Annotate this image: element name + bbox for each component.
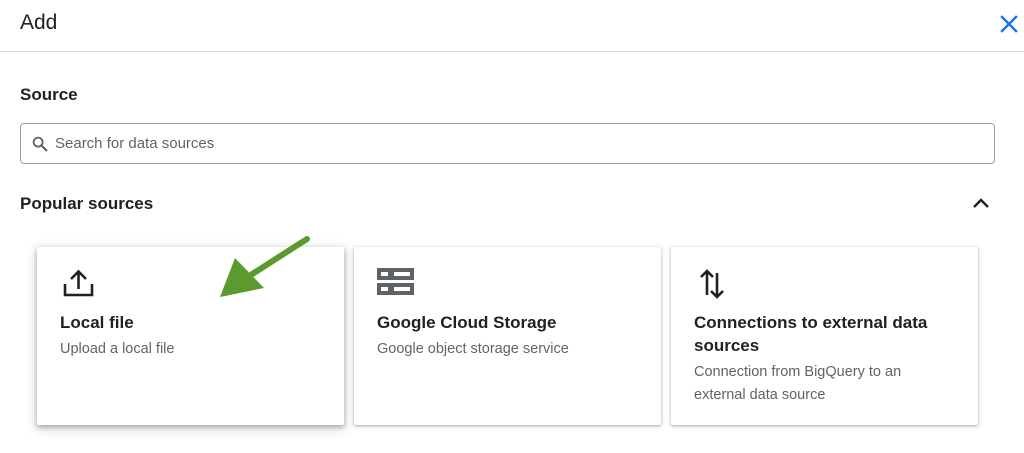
card-description: Upload a local file xyxy=(60,341,175,357)
search-input[interactable] xyxy=(55,125,975,162)
card-description: Google object storage service xyxy=(377,341,569,357)
collapse-popular-sources-button[interactable] xyxy=(968,190,994,216)
close-button[interactable] xyxy=(994,9,1024,39)
card-title: Local file xyxy=(60,313,134,332)
source-card-google-cloud-storage[interactable]: Google Cloud Storage Google object stora… xyxy=(354,247,661,425)
close-icon xyxy=(1000,15,1018,33)
upload-icon xyxy=(63,269,94,297)
card-title: Google Cloud Storage xyxy=(377,313,557,332)
search-icon xyxy=(32,136,48,152)
popular-sources-label: Popular sources xyxy=(20,194,154,213)
card-description: Connection from BigQuery to an external … xyxy=(694,364,902,403)
dialog-title: Add xyxy=(20,11,58,34)
storage-icon xyxy=(377,268,414,295)
chevron-up-icon xyxy=(973,198,989,208)
card-title: Connections to external data sources xyxy=(694,313,928,355)
source-card-external-connections[interactable]: Connections to external data sources Con… xyxy=(671,247,978,425)
dialog-header: Add xyxy=(0,0,1024,52)
search-box[interactable] xyxy=(20,123,995,164)
source-card-local-file[interactable]: Local file Upload a local file xyxy=(37,247,344,425)
source-label: Source xyxy=(20,85,78,104)
swap-vertical-icon xyxy=(700,269,724,299)
